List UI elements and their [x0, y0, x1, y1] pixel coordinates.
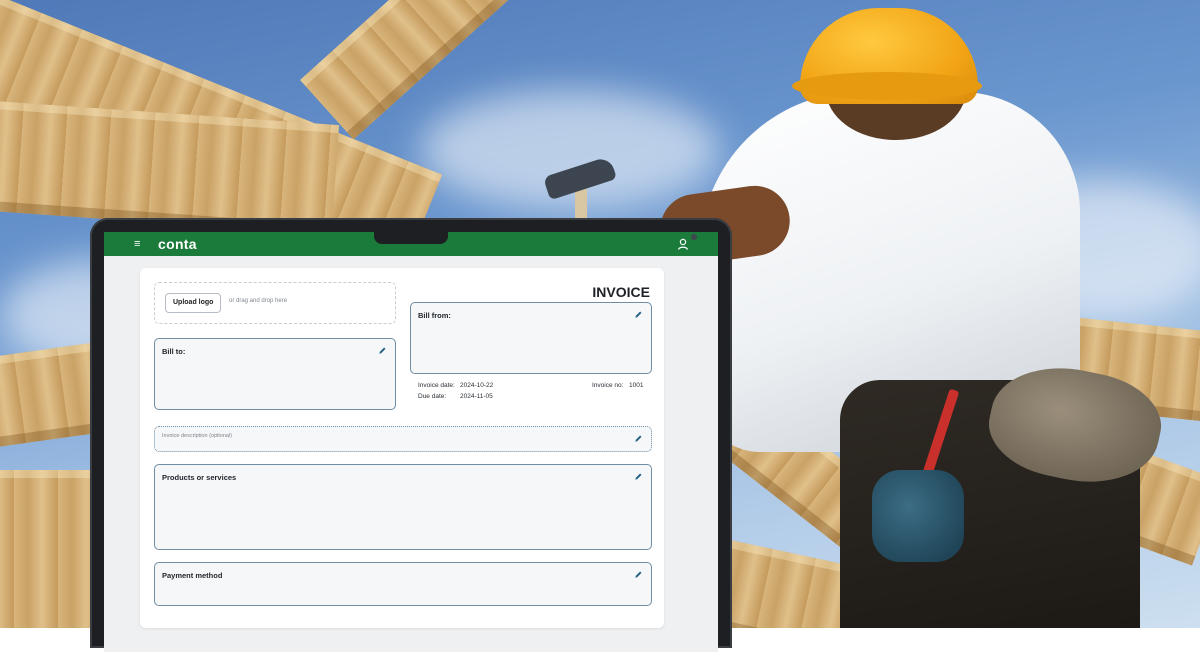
- pencil-icon[interactable]: [634, 570, 643, 579]
- camera-icon: [691, 234, 697, 240]
- due-date-label: Due date:: [418, 393, 447, 400]
- bill-from-box[interactable]: Bill from:: [410, 302, 652, 374]
- products-services-label: Products or services: [162, 473, 237, 482]
- bill-to-label: Bill to:: [162, 347, 186, 356]
- logo-upload-dropzone[interactable]: Upload logo or drag and drop here: [154, 282, 396, 324]
- bill-to-box[interactable]: Bill to:: [154, 338, 396, 410]
- invoice-title: INVOICE: [592, 284, 650, 300]
- camera-notch: [374, 232, 697, 244]
- tape-measure: [872, 470, 964, 562]
- laptop: ≡ conta Upload logo or drag and drop her…: [90, 218, 732, 652]
- user-icon[interactable]: [676, 237, 690, 251]
- invoice-date-label: Invoice date:: [418, 382, 455, 389]
- pencil-icon[interactable]: [634, 434, 643, 443]
- pencil-icon[interactable]: [634, 472, 643, 481]
- payment-method-label: Payment method: [162, 571, 223, 580]
- drag-drop-hint: or drag and drop here: [229, 298, 288, 304]
- due-date-value: 2024-11-05: [460, 393, 493, 400]
- products-services-box[interactable]: Products or services: [154, 464, 652, 550]
- invoice-number-label: Invoice no:: [592, 382, 624, 389]
- upload-logo-button[interactable]: Upload logo: [165, 293, 222, 313]
- pencil-icon[interactable]: [378, 346, 387, 355]
- invoice-form: Upload logo or drag and drop here INVOIC…: [140, 268, 664, 628]
- app-logo: conta: [158, 236, 197, 252]
- app-screen: ≡ conta Upload logo or drag and drop her…: [104, 232, 718, 652]
- bill-from-label: Bill from:: [418, 311, 451, 320]
- hamburger-menu-icon[interactable]: ≡: [134, 239, 144, 250]
- invoice-date-value: 2024-10-22: [460, 382, 494, 389]
- hard-hat-brim: [792, 72, 982, 100]
- pencil-icon[interactable]: [634, 310, 643, 319]
- payment-method-box[interactable]: Payment method: [154, 562, 652, 606]
- description-placeholder: Invoice description (optional): [162, 433, 233, 439]
- invoice-number-value: 1001: [629, 382, 644, 389]
- invoice-description-field[interactable]: Invoice description (optional): [154, 426, 652, 452]
